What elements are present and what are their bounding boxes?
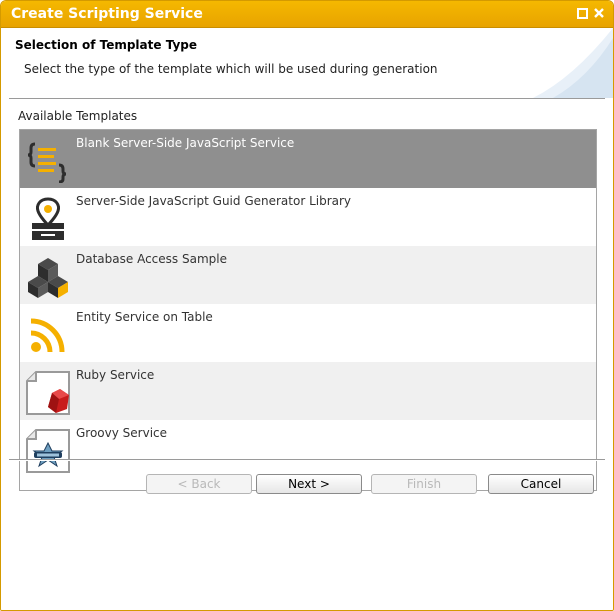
maximize-button[interactable] [576,7,588,19]
groovy-star-icon [26,429,70,473]
create-scripting-service-dialog: Create Scripting Service Selection of Te… [0,0,614,611]
wizard-header: Selection of Template Type Select the ty… [1,28,613,98]
template-item-ruby-service[interactable]: Ruby Service [20,362,596,420]
title-bar[interactable]: Create Scripting Service [1,1,613,28]
footer-separator [9,459,605,461]
wizard-body: Available Templates Blank Server-Side Ja… [1,100,613,610]
maximize-icon [577,8,588,19]
javascript-code-icon [27,142,67,183]
template-label: Groovy Service [76,426,168,440]
template-item-entity-service[interactable]: Entity Service on Table [20,304,596,362]
cancel-button[interactable]: Cancel [488,474,594,494]
template-label: Ruby Service [76,368,155,382]
available-templates-label: Available Templates [18,109,138,123]
templates-list[interactable]: Blank Server-Side JavaScript Service Ser… [19,129,597,491]
back-button[interactable]: < Back [146,474,252,494]
template-label: Database Access Sample [76,252,227,266]
database-cubes-icon [28,258,68,298]
template-label: Entity Service on Table [76,310,213,324]
page-description: Select the type of the template which wi… [24,62,438,76]
template-label: Blank Server-Side JavaScript Service [76,136,295,150]
window-title: Create Scripting Service [11,6,203,22]
header-decoration [533,28,613,98]
template-item-blank-javascript[interactable]: Blank Server-Side JavaScript Service [20,130,596,188]
finish-button[interactable]: Finish [371,474,477,494]
template-label: Server-Side JavaScript Guid Generator Li… [76,194,352,208]
close-icon [594,8,604,18]
ruby-gem-icon [26,371,70,415]
page-title: Selection of Template Type [15,38,198,52]
guid-generator-icon [32,197,64,240]
template-item-groovy-service[interactable]: Groovy Service [20,420,596,478]
next-button[interactable]: Next > [256,474,362,494]
rss-feed-icon [30,318,65,353]
close-button[interactable] [593,7,605,19]
template-item-database-access[interactable]: Database Access Sample [20,246,596,304]
template-item-guid-generator[interactable]: Server-Side JavaScript Guid Generator Li… [20,188,596,246]
